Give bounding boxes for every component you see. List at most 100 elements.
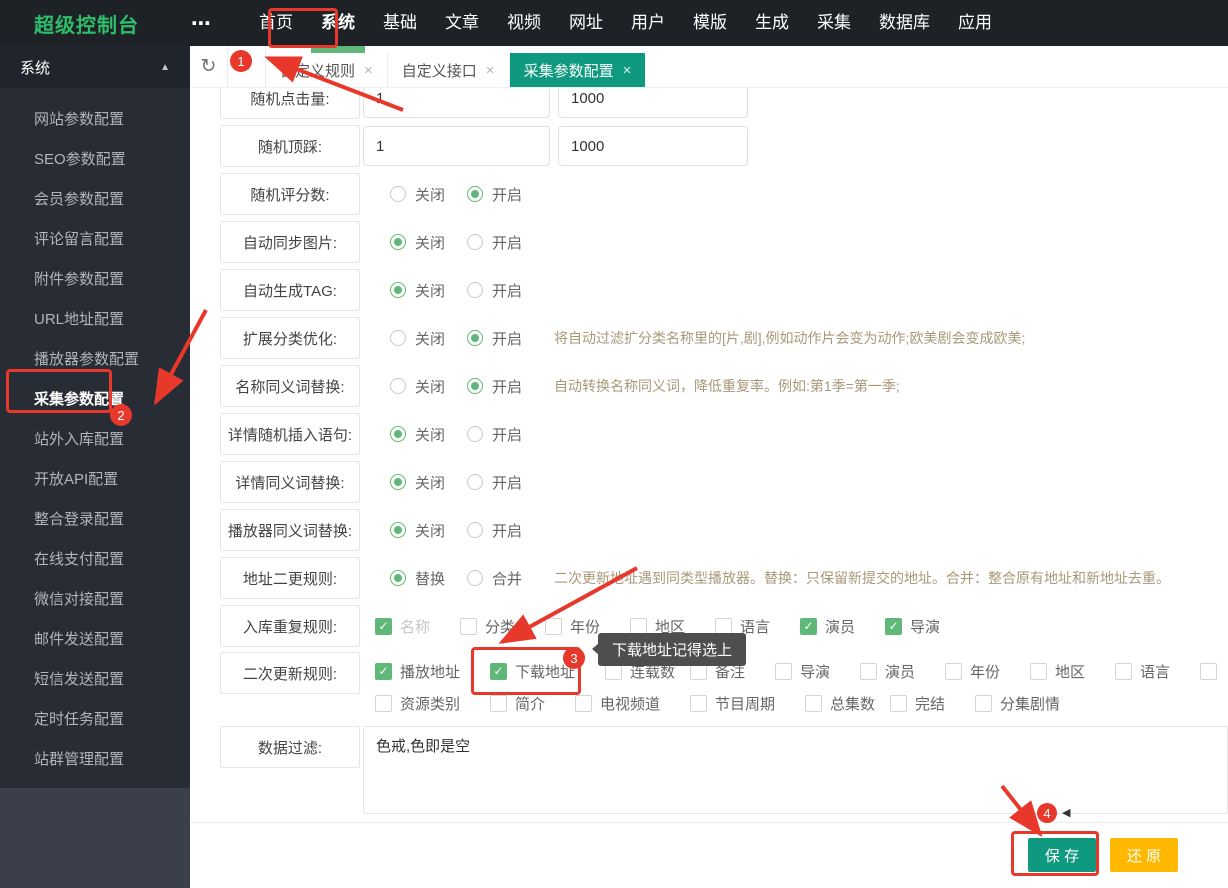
sidebar-item[interactable]: 播放器参数配置 [0,340,190,380]
checkbox-icon[interactable]: ✓ [885,618,902,635]
nav-item[interactable]: 数据库 [879,0,930,46]
checkbox-icon[interactable]: ✓ [490,663,507,680]
checkbox-icon[interactable] [715,618,732,635]
checkbox-option[interactable]: 备注 [690,661,775,682]
checkbox-option[interactable]: 地区 [630,616,715,637]
sidebar-item[interactable]: 邮件发送配置 [0,620,190,660]
checkbox-option[interactable] [1200,663,1228,680]
radio-icon[interactable] [467,474,483,490]
radio-icon[interactable] [390,186,406,202]
radio-icon[interactable] [390,234,406,250]
sidebar-item[interactable]: 微信对接配置 [0,580,190,620]
checkbox-option[interactable]: ✓名称 [375,616,460,637]
checkbox-icon[interactable] [1030,663,1047,680]
close-icon[interactable]: × [623,62,632,79]
sidebar-item[interactable]: 网站参数配置 [0,100,190,140]
nav-item[interactable]: 应用 [958,0,992,46]
radio-option[interactable]: 关闭 [390,520,467,541]
tab[interactable]: 自定义规则× [266,53,388,87]
radio-icon[interactable] [390,282,406,298]
data-filter-textarea[interactable] [363,726,1228,814]
checkbox-option[interactable]: 连载数 [605,661,690,682]
checkbox-icon[interactable] [630,618,647,635]
nav-item[interactable]: 模版 [693,0,727,46]
sidebar-item[interactable]: 整合登录配置 [0,500,190,540]
checkbox-icon[interactable] [860,663,877,680]
checkbox-icon[interactable]: ✓ [375,663,392,680]
radio-icon[interactable] [390,378,406,394]
sidebar-item[interactable]: 站外入库配置 [0,420,190,460]
checkbox-option[interactable]: ✓下载地址 [490,661,605,682]
sidebar-item[interactable]: 评论留言配置 [0,220,190,260]
radio-option[interactable]: 关闭 [390,376,467,397]
nav-item[interactable]: 网址 [569,0,603,46]
nav-item[interactable]: 生成 [755,0,789,46]
radio-icon[interactable] [467,426,483,442]
checkbox-option[interactable]: ✓导演 [885,616,970,637]
radio-icon[interactable] [467,522,483,538]
checkbox-option[interactable]: 总集数 [805,693,890,714]
checkbox-option[interactable]: 简介 [490,693,575,714]
radio-option[interactable]: 开启 [467,328,544,349]
nav-item[interactable]: 文章 [445,0,479,46]
radio-option[interactable]: 关闭 [390,472,467,493]
restore-button[interactable]: 还 原 [1110,838,1178,872]
checkbox-option[interactable]: ✓演员 [800,616,885,637]
radio-option[interactable]: 开启 [467,184,544,205]
max-value-input[interactable] [558,126,748,166]
checkbox-icon[interactable] [375,695,392,712]
radio-icon[interactable] [390,570,406,586]
checkbox-option[interactable]: 分类 [460,616,545,637]
checkbox-icon[interactable] [690,695,707,712]
radio-icon[interactable] [467,378,483,394]
radio-option[interactable]: 替换 [390,568,467,589]
checkbox-icon[interactable] [1115,663,1132,680]
nav-item[interactable]: 系统 [321,0,355,46]
radio-option[interactable]: 开启 [467,520,544,541]
checkbox-icon[interactable] [890,695,907,712]
radio-icon[interactable] [467,186,483,202]
checkbox-option[interactable]: 导演 [775,661,860,682]
min-value-input[interactable] [363,126,550,166]
nav-item[interactable]: 用户 [631,0,665,46]
radio-option[interactable]: 开启 [467,376,544,397]
checkbox-option[interactable]: 语言 [715,616,800,637]
save-button[interactable]: 保 存 [1028,838,1096,872]
sidebar-header[interactable]: 系统 ▲ [0,46,190,88]
radio-option[interactable]: 开启 [467,424,544,445]
nav-item[interactable]: 采集 [817,0,851,46]
checkbox-option[interactable]: 完结 [890,693,975,714]
checkbox-icon[interactable] [945,663,962,680]
radio-icon[interactable] [467,234,483,250]
radio-option[interactable]: 关闭 [390,232,467,253]
checkbox-icon[interactable] [805,695,822,712]
sidebar-item[interactable]: 开放API配置 [0,460,190,500]
sidebar-item[interactable]: 附件参数配置 [0,260,190,300]
checkbox-option[interactable]: 地区 [1030,661,1115,682]
radio-option[interactable]: 开启 [467,232,544,253]
radio-option[interactable]: 关闭 [390,280,467,301]
sidebar-item[interactable]: 短信发送配置 [0,660,190,700]
sidebar-item[interactable]: 采集参数配置 [0,380,190,420]
close-icon[interactable]: × [364,62,373,79]
radio-icon[interactable] [390,522,406,538]
checkbox-option[interactable]: 节目周期 [690,693,805,714]
tab-active[interactable]: 采集参数配置× [510,53,646,87]
checkbox-option[interactable]: 电视频道 [575,693,690,714]
checkbox-icon[interactable] [605,663,622,680]
more-menu-icon[interactable]: ⋯ [191,11,213,36]
nav-item[interactable]: 基础 [383,0,417,46]
checkbox-icon[interactable] [690,663,707,680]
sidebar-item[interactable]: URL地址配置 [0,300,190,340]
checkbox-icon[interactable]: ✓ [800,618,817,635]
checkbox-icon[interactable]: ✓ [375,618,392,635]
radio-option[interactable]: 合并 [467,568,544,589]
checkbox-icon[interactable] [575,695,592,712]
radio-option[interactable]: 开启 [467,472,544,493]
collapse-icon[interactable]: ▲ [160,62,170,73]
radio-option[interactable]: 开启 [467,280,544,301]
radio-icon[interactable] [390,474,406,490]
sidebar-item[interactable]: SEO参数配置 [0,140,190,180]
sidebar-item[interactable]: 会员参数配置 [0,180,190,220]
radio-option[interactable]: 关闭 [390,184,467,205]
